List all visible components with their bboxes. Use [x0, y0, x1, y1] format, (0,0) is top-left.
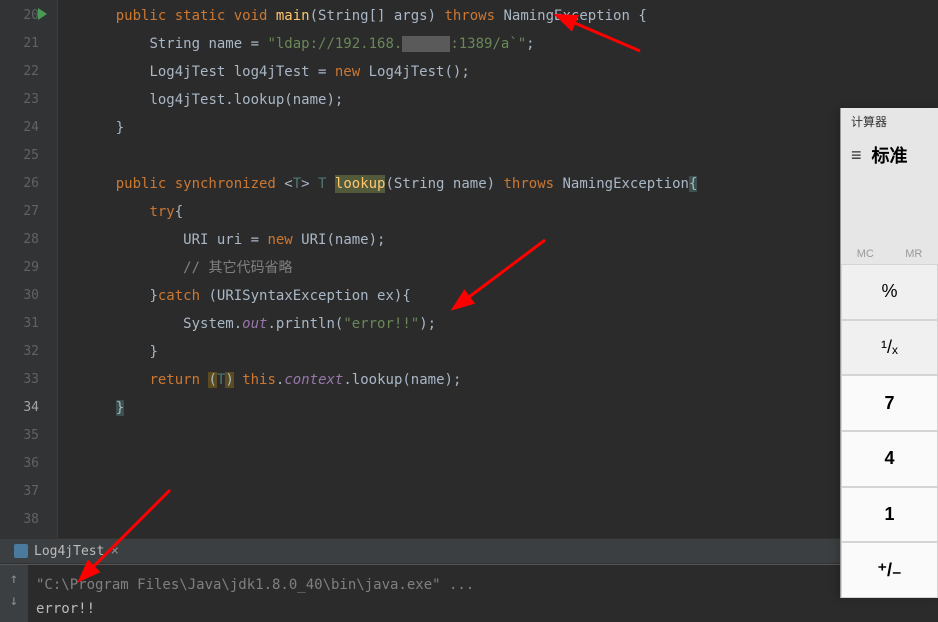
mr-button[interactable]: MR: [905, 248, 922, 260]
run-tab[interactable]: Log4jTest ×: [6, 541, 127, 561]
line-number: 28: [0, 226, 57, 254]
calculator-app[interactable]: 计算器 ≡ 标准 MC MR % ¹/ₓ 7 4 1 ⁺/₋: [840, 108, 938, 598]
run-console[interactable]: ↑ ↓ "C:\Program Files\Java\jdk1.8.0_40\b…: [0, 564, 938, 622]
percent-button[interactable]: %: [841, 264, 938, 320]
four-button[interactable]: 4: [841, 431, 938, 487]
line-number: 23: [0, 86, 57, 114]
run-tab-bar: Log4jTest ×: [0, 538, 938, 564]
close-icon[interactable]: ×: [110, 543, 118, 559]
java-class-icon: [14, 544, 28, 558]
arrow-up-icon[interactable]: ↑: [10, 571, 18, 587]
line-number: 30: [0, 282, 57, 310]
line-number: 24: [0, 114, 57, 142]
tab-label: Log4jTest: [34, 544, 104, 559]
hamburger-icon[interactable]: ≡: [851, 145, 862, 166]
line-number: 26: [0, 170, 57, 198]
line-number: 29: [0, 254, 57, 282]
code-content[interactable]: public static void main(String[] args) t…: [58, 0, 938, 538]
line-number: 37: [0, 478, 57, 506]
calculator-title: 计算器: [841, 108, 938, 136]
console-output: "C:\Program Files\Java\jdk1.8.0_40\bin\j…: [0, 565, 938, 621]
run-gutter-icon[interactable]: [38, 8, 47, 20]
line-number: 20: [0, 2, 57, 30]
calculator-memory-row: MC MR: [841, 244, 938, 264]
console-toolbar: ↑ ↓: [0, 565, 28, 622]
line-number: 34: [0, 394, 57, 422]
code-editor[interactable]: 20 21 22 23 24 25 26 27 28 29 30 31 32 3…: [0, 0, 938, 538]
seven-button[interactable]: 7: [841, 375, 938, 431]
line-gutter: 20 21 22 23 24 25 26 27 28 29 30 31 32 3…: [0, 0, 58, 538]
line-number: 27: [0, 198, 57, 226]
reciprocal-button[interactable]: ¹/ₓ: [841, 320, 938, 376]
line-number: 22: [0, 58, 57, 86]
line-number: 32: [0, 338, 57, 366]
line-number: 25: [0, 142, 57, 170]
calculator-mode: 标准: [872, 142, 908, 168]
line-number: 33: [0, 366, 57, 394]
line-number: 35: [0, 422, 57, 450]
plus-minus-button[interactable]: ⁺/₋: [841, 542, 938, 598]
line-number: 31: [0, 310, 57, 338]
mc-button[interactable]: MC: [857, 248, 874, 260]
one-button[interactable]: 1: [841, 487, 938, 543]
line-number: 21: [0, 30, 57, 58]
censored-ip: [402, 36, 450, 52]
line-number: 36: [0, 450, 57, 478]
line-number: 38: [0, 506, 57, 534]
calculator-display: [841, 174, 938, 244]
arrow-down-icon[interactable]: ↓: [10, 593, 18, 609]
